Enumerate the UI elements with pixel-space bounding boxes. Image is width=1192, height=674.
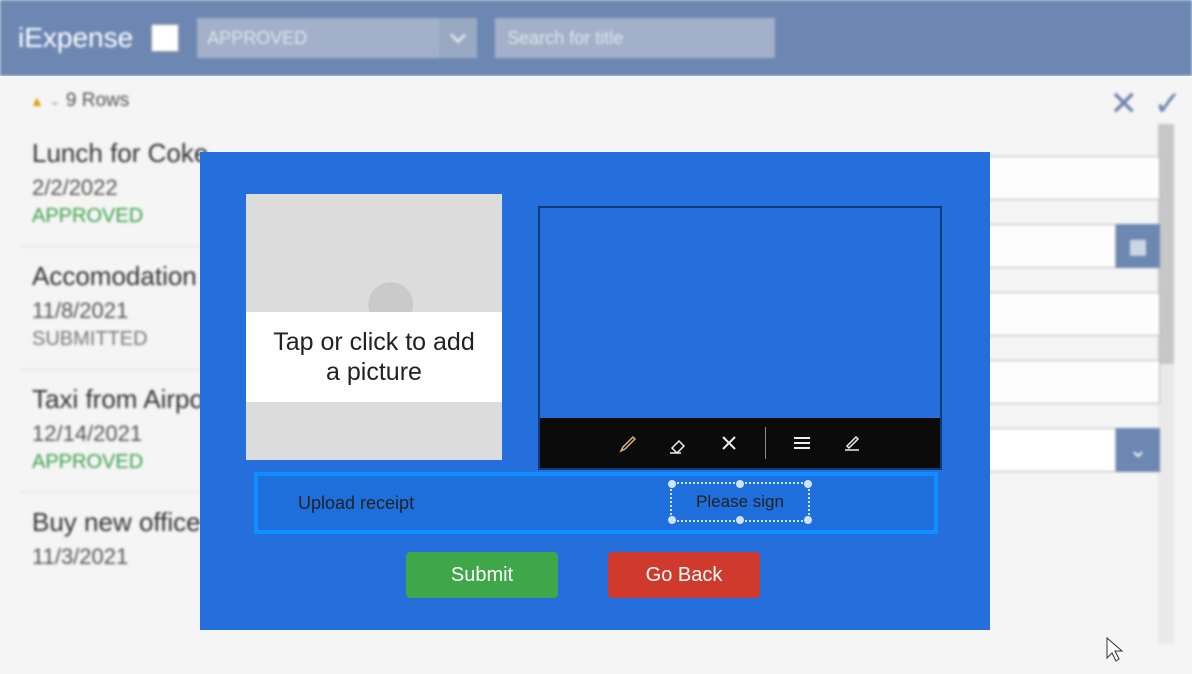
labels-selection[interactable]: Upload receipt Please sign (254, 472, 938, 534)
upload-modal: Tap or click to add a picture (200, 152, 990, 630)
chevron-down-icon (439, 18, 477, 58)
close-icon[interactable]: ✕ (1110, 84, 1139, 124)
app-title: iExpense (18, 22, 133, 54)
picture-upload-box[interactable]: Tap or click to add a picture (246, 194, 502, 460)
rows-count: ▲ ⌄ 9 Rows (30, 90, 129, 112)
header-checkbox[interactable] (151, 24, 179, 52)
warning-icon: ▲ (30, 93, 44, 109)
signature-toolbar (540, 418, 940, 468)
chevron-down-icon[interactable]: ⌄ (1116, 428, 1160, 472)
please-sign-label[interactable]: Please sign (670, 482, 810, 522)
upload-receipt-label: Upload receipt (298, 493, 414, 514)
pen-icon[interactable] (615, 429, 643, 457)
eraser-icon[interactable] (665, 429, 693, 457)
confirm-icon[interactable]: ✓ (1154, 84, 1183, 124)
scrollbar[interactable] (1158, 124, 1174, 644)
filter-value: APPROVED (207, 28, 307, 49)
rows-count-text: 9 Rows (66, 90, 129, 112)
toolbar-separator (765, 427, 766, 459)
please-sign-text: Please sign (696, 492, 784, 512)
scrollbar-thumb[interactable] (1158, 124, 1174, 364)
signature-box[interactable] (538, 206, 942, 470)
chevron-down-icon: ⌄ (50, 94, 60, 108)
calendar-icon[interactable]: ▦ (1116, 224, 1160, 268)
lines-icon[interactable] (788, 429, 816, 457)
go-back-button[interactable]: Go Back (608, 552, 760, 598)
picture-prompt: Tap or click to add a picture (246, 312, 502, 402)
search-input[interactable] (495, 18, 775, 58)
edit-icon[interactable] (838, 429, 866, 457)
filter-dropdown[interactable]: APPROVED (197, 18, 477, 58)
submit-button[interactable]: Submit (406, 552, 558, 598)
clear-icon[interactable] (715, 429, 743, 457)
